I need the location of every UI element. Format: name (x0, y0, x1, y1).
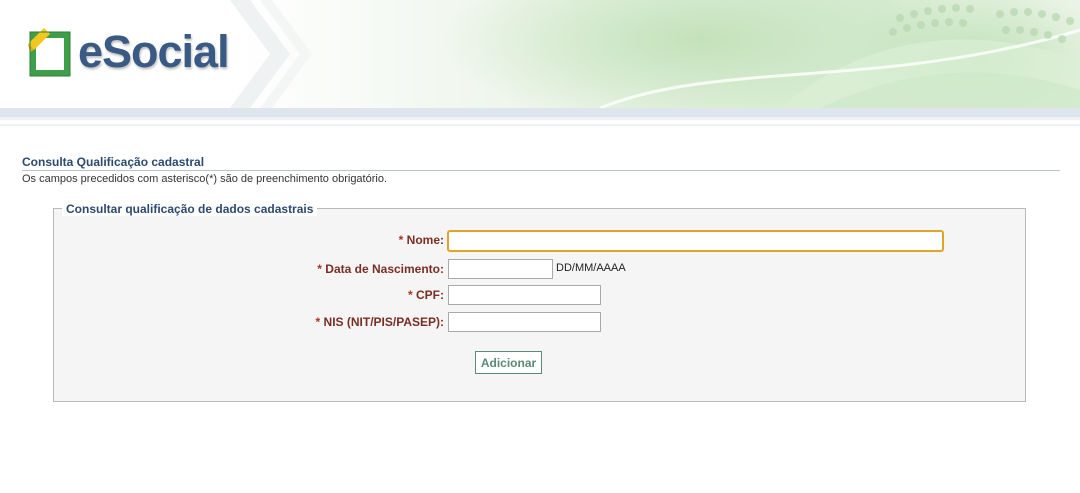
cpf-input[interactable] (448, 285, 601, 305)
document-icon (28, 28, 71, 77)
header-banner: eSocial (0, 0, 1080, 108)
required-asterisk: * (315, 315, 321, 329)
cpf-label: * CPF: (408, 288, 444, 302)
nis-input[interactable] (448, 312, 601, 332)
required-asterisk: * (398, 233, 404, 247)
nis-label: * NIS (NIT/PIS/PASEP): (316, 315, 444, 329)
header-divider (0, 108, 1080, 117)
nome-label: * Nome: (399, 233, 444, 247)
nome-input[interactable] (447, 230, 944, 252)
nome-label-text: Nome: (406, 233, 444, 247)
adicionar-button[interactable]: Adicionar (475, 351, 542, 374)
date-format-hint: DD/MM/AAAA (556, 262, 626, 274)
esocial-logo: eSocial (26, 22, 230, 82)
page-title: Consulta Qualificação cadastral (22, 155, 205, 169)
nascimento-label: * Data de Nascimento: (317, 262, 444, 276)
required-asterisk: * (317, 262, 322, 276)
required-asterisk: * (407, 288, 413, 302)
fieldset-legend: Consultar qualificação de dados cadastra… (62, 202, 318, 216)
nis-label-text: NIS (NIT/PIS/PASEP): (323, 315, 444, 329)
page-subtitle: Os campos precedidos com asterisco(*) sã… (22, 173, 388, 185)
cpf-label-text: CPF: (416, 288, 444, 302)
nascimento-input[interactable] (448, 259, 553, 279)
nascimento-label-text: Data de Nascimento: (325, 262, 444, 276)
header-divider-thin (0, 124, 1080, 126)
title-divider (22, 170, 1060, 171)
logo-text: eSocial (78, 26, 230, 77)
header-divider-light (0, 117, 1080, 120)
